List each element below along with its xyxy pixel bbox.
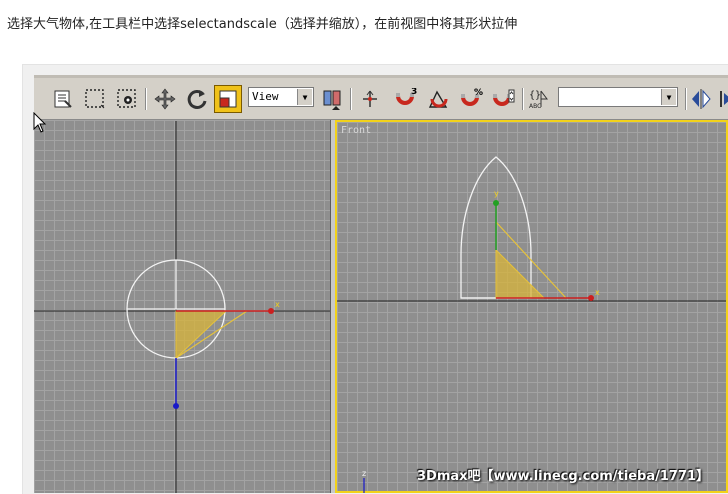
view-axis-tripod: z <box>362 469 366 493</box>
scale-gizmo-left[interactable]: x <box>173 300 280 409</box>
right-y-axis-label: y <box>494 189 499 198</box>
watermark-text: 3Dmax吧【www.linecg.com/tieba/1771】 <box>417 469 710 484</box>
scale-gizmo-right[interactable]: y x <box>493 189 600 301</box>
mouse-cursor-icon <box>33 111 47 138</box>
tripod-z-label: z <box>362 469 366 478</box>
left-x-axis-label: x <box>275 300 280 309</box>
scene-overlay: x y x z <box>34 121 726 493</box>
right-x-axis-label: x <box>595 288 600 297</box>
